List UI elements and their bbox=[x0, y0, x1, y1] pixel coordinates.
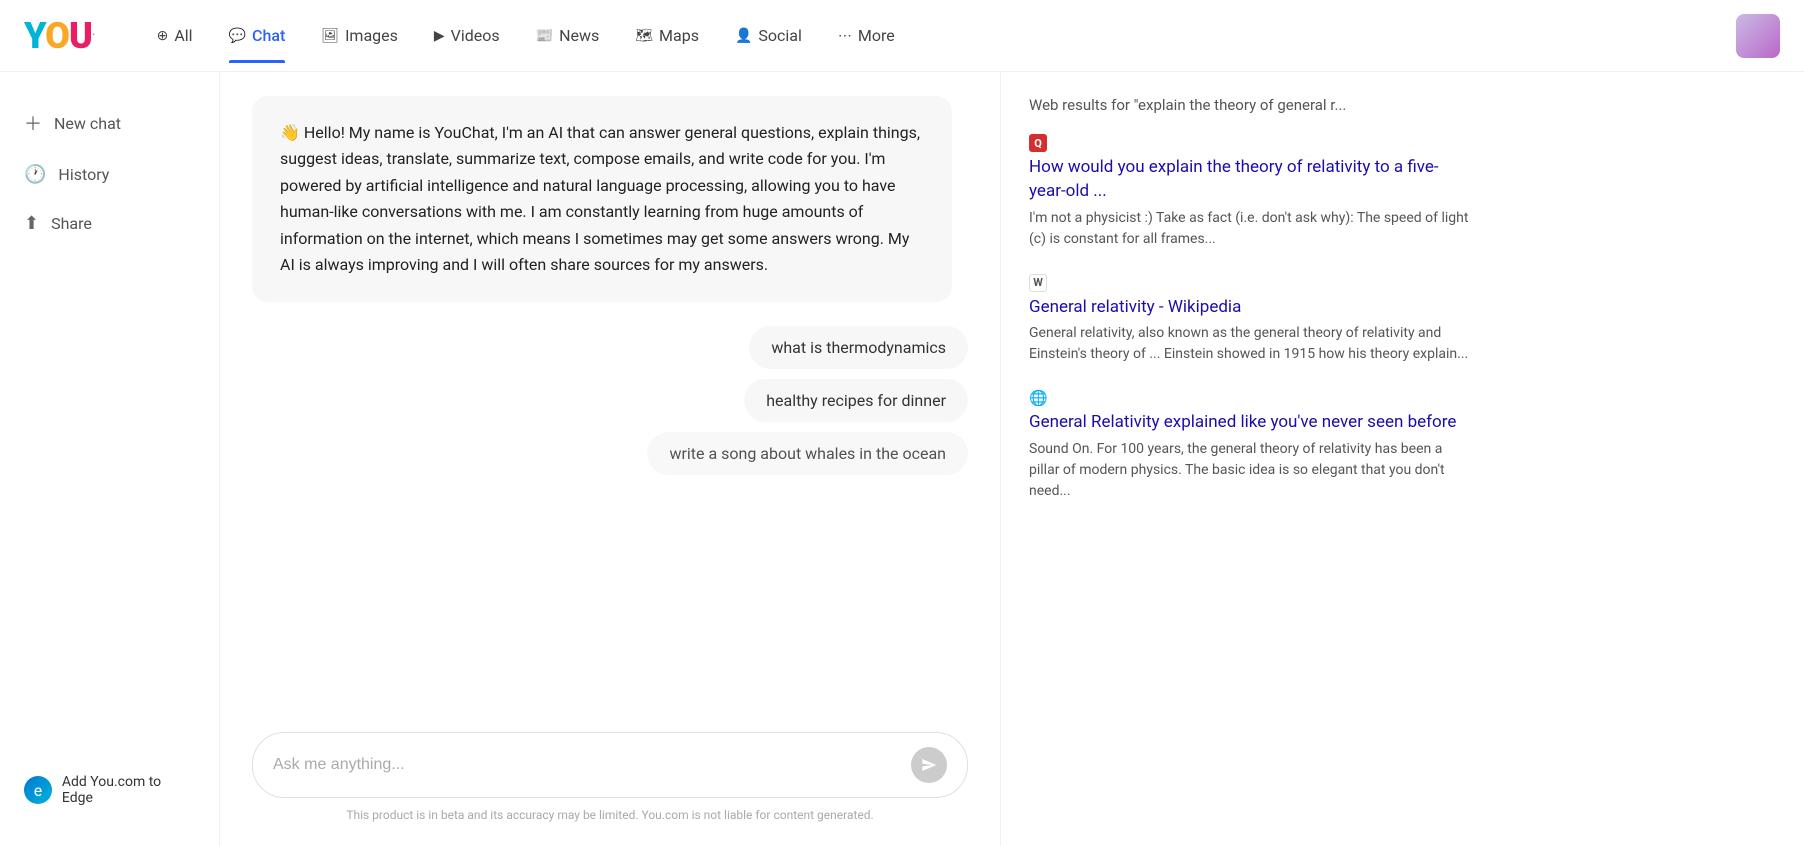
input-area: This product is in beta and its accuracy… bbox=[252, 732, 968, 822]
images-icon: 🖼 bbox=[321, 28, 339, 44]
videos-icon: ▶ bbox=[434, 28, 445, 44]
result-item-0: Q How would you explain the theory of re… bbox=[1029, 134, 1472, 250]
chat-icon: 💬 bbox=[229, 28, 246, 44]
nav-images-label: Images bbox=[345, 26, 398, 45]
input-box bbox=[252, 732, 968, 798]
nav-all-label: All bbox=[174, 26, 192, 45]
result-snippet-0: I'm not a physicist :) Take as fact (i.e… bbox=[1029, 208, 1472, 250]
result-favicon-0: Q bbox=[1029, 134, 1047, 152]
send-button[interactable] bbox=[911, 747, 947, 783]
result-favicon-1: W bbox=[1029, 274, 1047, 292]
nav-all[interactable]: ⊕ All bbox=[143, 18, 207, 53]
edge-promo-button[interactable]: e Add You.com to Edge bbox=[24, 774, 195, 806]
new-chat-button[interactable]: ＋ New chat bbox=[0, 96, 219, 150]
share-icon: ⬆ bbox=[24, 213, 39, 234]
nav-social[interactable]: 👤 Social bbox=[721, 18, 816, 53]
logo-y: Y bbox=[24, 15, 45, 57]
result-link-2[interactable]: General Relativity explained like you've… bbox=[1029, 412, 1456, 432]
chat-area: 👋 Hello! My name is YouChat, I'm an AI t… bbox=[220, 72, 1000, 846]
maps-icon: 🗺 bbox=[635, 28, 653, 44]
sidebar: ＋ New chat 🕐 History ⬆ Share e Add You.c… bbox=[0, 72, 220, 846]
logo-o: O bbox=[45, 15, 69, 57]
edge-icon: e bbox=[24, 776, 52, 804]
edge-promo-label: Add You.com to Edge bbox=[62, 774, 195, 806]
nav-images[interactable]: 🖼 Images bbox=[307, 18, 412, 53]
header-right bbox=[1736, 14, 1780, 58]
nav-chat[interactable]: 💬 Chat bbox=[215, 18, 300, 53]
result-snippet-2: Sound On. For 100 years, the general the… bbox=[1029, 439, 1472, 502]
chat-messages: 👋 Hello! My name is YouChat, I'm an AI t… bbox=[252, 96, 968, 716]
share-button[interactable]: ⬆ Share bbox=[0, 199, 219, 248]
sidebar-bottom: e Add You.com to Edge bbox=[0, 758, 219, 822]
all-icon: ⊕ bbox=[157, 28, 169, 44]
plus-icon: ＋ bbox=[24, 110, 42, 136]
result-snippet-1: General relativity, also known as the ge… bbox=[1029, 323, 1472, 365]
main-nav: ⊕ All 💬 Chat 🖼 Images ▶ Videos 📰 News 🗺 … bbox=[143, 18, 1704, 53]
nav-videos-label: Videos bbox=[451, 26, 500, 45]
avatar[interactable] bbox=[1736, 14, 1780, 58]
result-link-0[interactable]: How would you explain the theory of rela… bbox=[1029, 157, 1439, 201]
result-item-1: W General relativity - Wikipedia General… bbox=[1029, 274, 1472, 366]
result-link-1[interactable]: General relativity - Wikipedia bbox=[1029, 297, 1241, 317]
suggestion-chip-1[interactable]: healthy recipes for dinner bbox=[744, 379, 968, 422]
nav-videos[interactable]: ▶ Videos bbox=[420, 18, 514, 53]
logo-dot: . bbox=[92, 23, 95, 39]
nav-chat-label: Chat bbox=[252, 26, 285, 45]
social-icon: 👤 bbox=[735, 28, 752, 44]
result-source-1: W bbox=[1029, 274, 1472, 292]
nav-maps-label: Maps bbox=[659, 26, 699, 45]
share-label: Share bbox=[51, 214, 92, 233]
more-icon: ⋯ bbox=[838, 28, 852, 44]
nav-more[interactable]: ⋯ More bbox=[824, 18, 909, 53]
history-button[interactable]: 🕐 History bbox=[0, 150, 219, 199]
suggestion-chip-2[interactable]: write a song about whales in the ocean bbox=[647, 432, 968, 475]
send-icon bbox=[921, 757, 937, 773]
results-panel: Web results for "explain the theory of g… bbox=[1000, 72, 1500, 846]
nav-news-label: News bbox=[559, 26, 599, 45]
nav-maps[interactable]: 🗺 Maps bbox=[621, 18, 713, 53]
bot-message: 👋 Hello! My name is YouChat, I'm an AI t… bbox=[252, 96, 952, 302]
results-title: Web results for "explain the theory of g… bbox=[1029, 96, 1472, 114]
bot-message-text: 👋 Hello! My name is YouChat, I'm an AI t… bbox=[280, 123, 920, 274]
chat-input[interactable] bbox=[273, 756, 899, 774]
logo-u: U bbox=[69, 15, 92, 57]
history-icon: 🕐 bbox=[24, 164, 46, 185]
suggestion-chips: what is thermodynamics healthy recipes f… bbox=[252, 326, 968, 475]
result-source-2: 🌐 bbox=[1029, 389, 1472, 407]
header: YOU. ⊕ All 💬 Chat 🖼 Images ▶ Videos 📰 Ne… bbox=[0, 0, 1804, 72]
history-label: History bbox=[58, 165, 109, 184]
suggestion-chip-0[interactable]: what is thermodynamics bbox=[749, 326, 968, 369]
nav-news[interactable]: 📰 News bbox=[522, 18, 614, 53]
result-source-0: Q bbox=[1029, 134, 1472, 152]
nav-more-label: More bbox=[858, 26, 895, 45]
new-chat-label: New chat bbox=[54, 114, 121, 133]
logo: YOU. bbox=[24, 15, 95, 57]
result-item-2: 🌐 General Relativity explained like you'… bbox=[1029, 389, 1472, 502]
main-content: ＋ New chat 🕐 History ⬆ Share e Add You.c… bbox=[0, 72, 1804, 846]
news-icon: 📰 bbox=[536, 28, 553, 44]
input-disclaimer: This product is in beta and its accuracy… bbox=[252, 808, 968, 822]
result-favicon-2: 🌐 bbox=[1029, 389, 1048, 407]
nav-social-label: Social bbox=[758, 26, 801, 45]
